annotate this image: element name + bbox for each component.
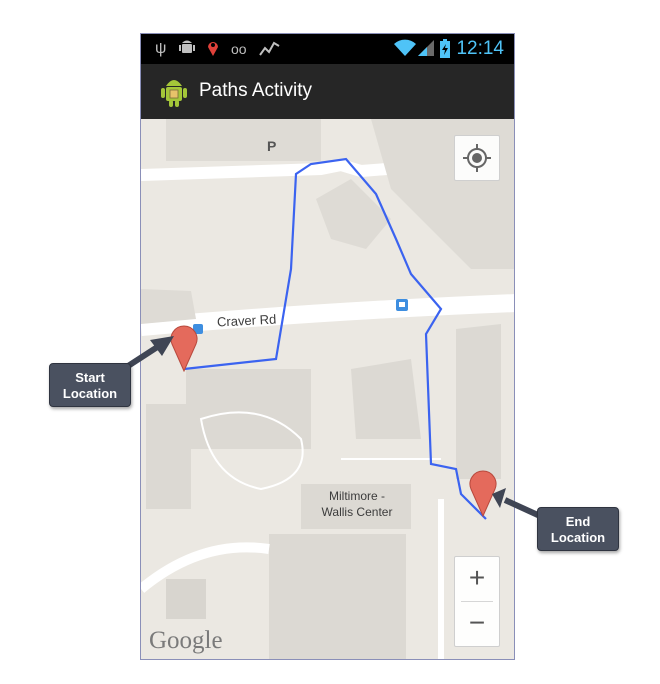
end-callout-line1: End (565, 514, 591, 529)
end-location-callout: End Location (537, 507, 619, 551)
end-callout-line2: Location (550, 530, 606, 545)
start-callout-line2: Location (62, 386, 118, 401)
annotation-arrows (123, 336, 542, 519)
start-location-callout: Start Location (49, 363, 131, 407)
start-callout-line1: Start (75, 370, 105, 385)
